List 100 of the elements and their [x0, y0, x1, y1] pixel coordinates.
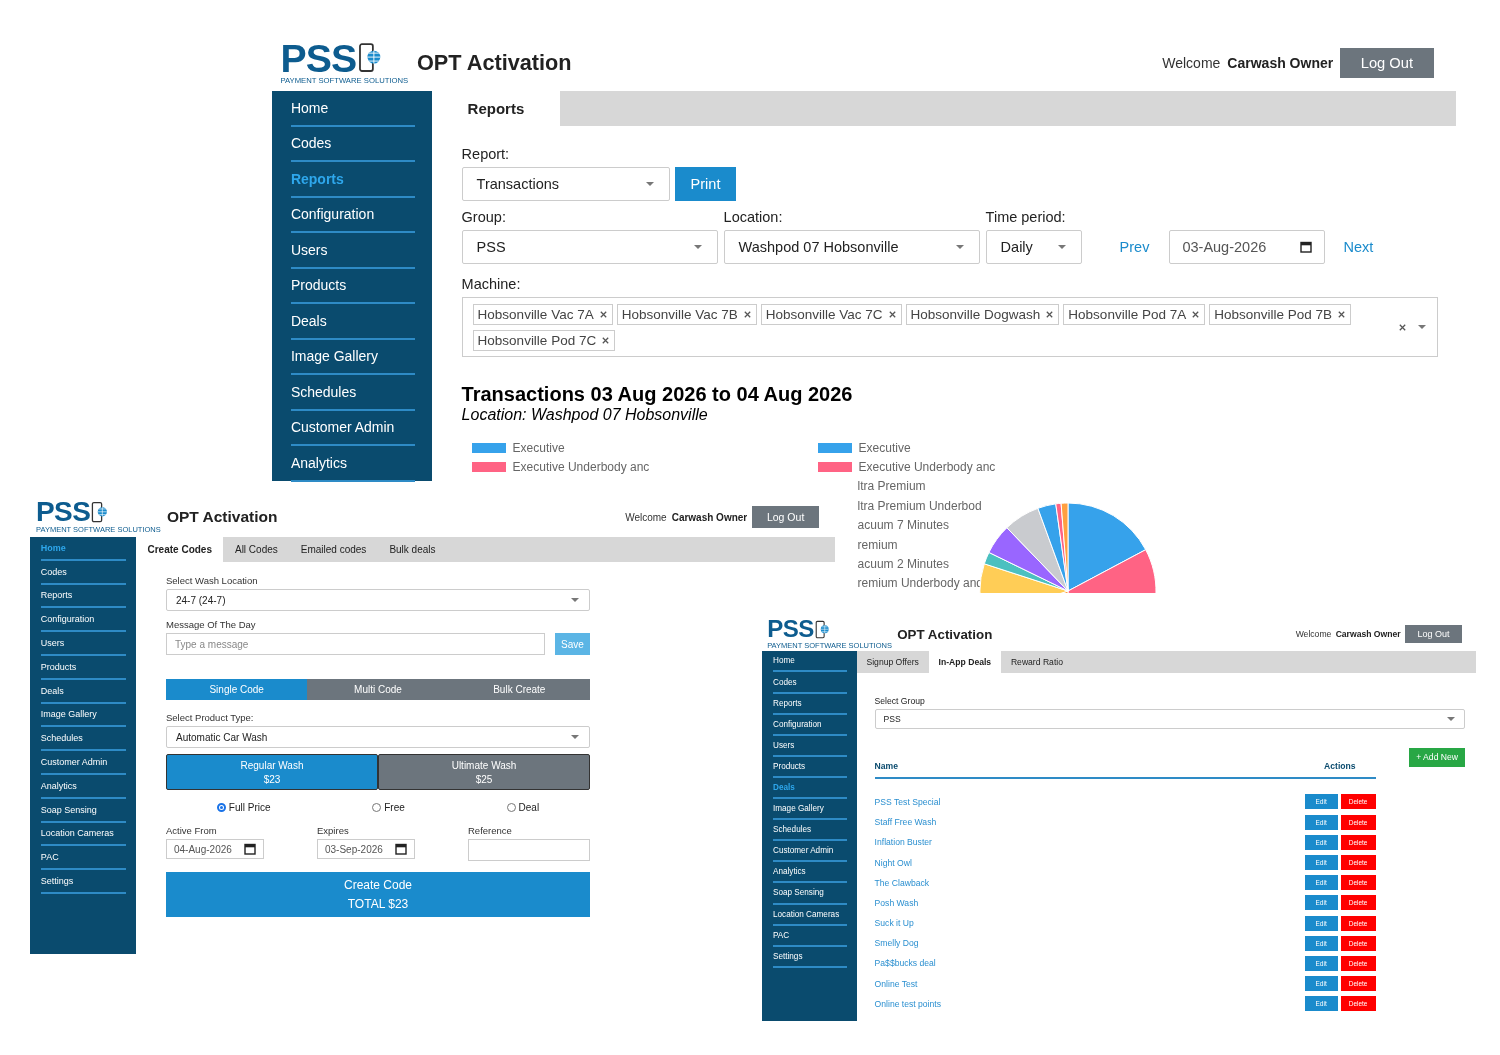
- next-link[interactable]: Next: [1343, 230, 1374, 264]
- group-dropdown[interactable]: PSS: [874, 708, 1465, 729]
- sidebar-item[interactable]: Settings: [40, 870, 127, 894]
- sidebar-item[interactable]: Customer Admin: [40, 751, 127, 775]
- sidebar-item[interactable]: Schedules: [773, 820, 847, 842]
- logout-button[interactable]: Log Out: [1404, 625, 1463, 644]
- sidebar-item[interactable]: PAC: [40, 846, 127, 871]
- machine-multiselect[interactable]: Hobsonville Vac 7A Hobsonville Vac 7B Hobsonville Vac 7C Hobsonville Dogwash Hobsonville Pod 7A Hobsonville Pod 7B Hobsonville Pod 7C: [461, 297, 1438, 357]
- sidebar-item[interactable]: Deals: [773, 777, 847, 800]
- logout-button[interactable]: Log Out: [1340, 48, 1434, 78]
- sidebar-item[interactable]: Location Cameras: [40, 822, 127, 847]
- sidebar-item[interactable]: Products: [40, 656, 127, 680]
- sidebar-item[interactable]: Codes: [773, 672, 847, 694]
- sidebar-item[interactable]: Soap Sensing: [40, 798, 127, 823]
- tab[interactable]: Create Codes: [136, 537, 224, 562]
- sidebar-item[interactable]: Users: [773, 735, 847, 757]
- sidebar-item[interactable]: Image Gallery: [773, 799, 847, 821]
- sidebar-item[interactable]: Customer Admin: [773, 841, 847, 863]
- deal-link[interactable]: Night Owl: [874, 857, 912, 868]
- radio-button[interactable]: [216, 803, 226, 812]
- tab[interactable]: All Codes: [223, 537, 290, 562]
- tab[interactable]: In-App Deals: [928, 651, 1001, 673]
- deal-link[interactable]: Online test points: [874, 998, 941, 1009]
- sidebar-item[interactable]: Configuration: [290, 197, 415, 233]
- deal-link[interactable]: Inflation Buster: [874, 837, 932, 848]
- deal-link[interactable]: Staff Free Wash: [874, 817, 937, 828]
- machine-tag[interactable]: Hobsonville Vac 7C: [760, 303, 902, 325]
- reference-field[interactable]: [468, 839, 590, 861]
- sidebar-item[interactable]: Reports: [773, 693, 847, 715]
- sidebar-item[interactable]: Reports: [40, 584, 127, 609]
- deal-link[interactable]: The Clawback: [874, 877, 930, 888]
- remove-icon[interactable]: [601, 335, 611, 345]
- remove-icon[interactable]: [887, 309, 897, 319]
- sidebar-item[interactable]: Analytics: [773, 862, 847, 884]
- deal-link[interactable]: Posh Wash: [874, 897, 919, 908]
- product-option[interactable]: Regular Wash $23: [166, 754, 378, 790]
- deal-link[interactable]: Pa$$bucks deal: [874, 958, 936, 969]
- date-field[interactable]: 03-Sep-2026: [317, 839, 415, 859]
- sidebar-item[interactable]: Configuration: [40, 608, 127, 633]
- remove-icon[interactable]: [1045, 309, 1055, 319]
- date-field[interactable]: 04-Aug-2026: [166, 839, 264, 859]
- tab[interactable]: Bulk deals: [377, 537, 447, 562]
- clear-icon[interactable]: [1397, 322, 1407, 332]
- logout-button[interactable]: Log Out: [752, 506, 819, 528]
- sidebar-item[interactable]: Schedules: [290, 375, 415, 411]
- sidebar-item[interactable]: Image Gallery: [40, 703, 127, 728]
- sidebar-item[interactable]: Codes: [290, 126, 415, 162]
- filter-dropdown[interactable]: Washpod 07 Hobsonville: [723, 230, 980, 264]
- sidebar-item[interactable]: Soap Sensing: [773, 883, 847, 905]
- machine-tag[interactable]: Hobsonville Pod 7C: [472, 329, 616, 351]
- message-field[interactable]: Type a message: [166, 633, 545, 655]
- machine-tag[interactable]: Hobsonville Dogwash: [905, 303, 1060, 325]
- sidebar-item[interactable]: Analytics: [290, 446, 415, 482]
- tab[interactable]: Reward Ratio: [1001, 651, 1073, 673]
- mode-tab[interactable]: Bulk Create: [448, 679, 590, 700]
- filter-dropdown[interactable]: PSS: [461, 230, 718, 264]
- sidebar-item[interactable]: Deals: [290, 304, 415, 340]
- location-dropdown[interactable]: 24-7 (24-7): [166, 589, 590, 611]
- deal-link[interactable]: PSS Test Special: [874, 797, 941, 807]
- machine-tag[interactable]: Hobsonville Pod 7A: [1063, 303, 1206, 325]
- mode-tab[interactable]: Single Code: [166, 679, 308, 700]
- report-dropdown[interactable]: Transactions: [461, 167, 670, 201]
- deal-link[interactable]: Smelly Dog: [874, 938, 919, 949]
- sidebar-item[interactable]: Users: [40, 632, 127, 656]
- sidebar-item[interactable]: Reports: [290, 162, 415, 198]
- sidebar-item[interactable]: Location Cameras: [773, 904, 847, 926]
- machine-tag[interactable]: Hobsonville Vac 7A: [472, 303, 613, 325]
- prev-link[interactable]: Prev: [1119, 230, 1150, 264]
- sidebar-item[interactable]: Codes: [40, 560, 127, 585]
- create-code-button[interactable]: Create Code TOTAL $23: [166, 872, 590, 917]
- sidebar-item[interactable]: Schedules: [40, 727, 127, 752]
- sidebar-item[interactable]: Home: [40, 537, 127, 561]
- sidebar-item[interactable]: Products: [290, 268, 415, 304]
- sidebar-item[interactable]: Home: [290, 91, 415, 127]
- sidebar-item[interactable]: Customer Admin: [290, 410, 415, 446]
- sidebar-item[interactable]: Analytics: [40, 774, 127, 799]
- date-field[interactable]: 03-Aug-2026: [1169, 230, 1326, 264]
- sidebar-item[interactable]: Users: [290, 233, 415, 269]
- sidebar-item[interactable]: PAC: [773, 925, 847, 947]
- product-type-dropdown[interactable]: Automatic Car Wash: [166, 726, 590, 748]
- mode-tab[interactable]: Multi Code: [307, 679, 449, 700]
- sidebar-item[interactable]: Deals: [40, 679, 127, 704]
- deal-link[interactable]: Suck it Up: [874, 918, 914, 929]
- sidebar-item[interactable]: Products: [773, 756, 847, 778]
- machine-tag[interactable]: Hobsonville Vac 7B: [616, 303, 757, 325]
- tab[interactable]: Emailed codes: [289, 537, 378, 562]
- product-option[interactable]: Ultimate Wash $25: [378, 754, 590, 790]
- remove-icon[interactable]: [742, 309, 752, 319]
- remove-icon[interactable]: [1337, 309, 1346, 319]
- remove-icon[interactable]: [1191, 309, 1201, 319]
- print-button[interactable]: Print: [674, 167, 737, 201]
- sidebar-item[interactable]: Configuration: [773, 714, 847, 736]
- remove-icon[interactable]: [598, 309, 608, 319]
- sidebar-item[interactable]: Settings: [773, 946, 847, 968]
- sidebar-item[interactable]: Image Gallery: [290, 339, 415, 375]
- machine-tag[interactable]: Hobsonville Pod 7B: [1209, 303, 1351, 325]
- deal-link[interactable]: Online Test: [874, 978, 918, 989]
- tab[interactable]: Signup Offers: [856, 651, 929, 673]
- sidebar-item[interactable]: Home: [773, 651, 847, 673]
- tab[interactable]: Reports: [431, 91, 561, 126]
